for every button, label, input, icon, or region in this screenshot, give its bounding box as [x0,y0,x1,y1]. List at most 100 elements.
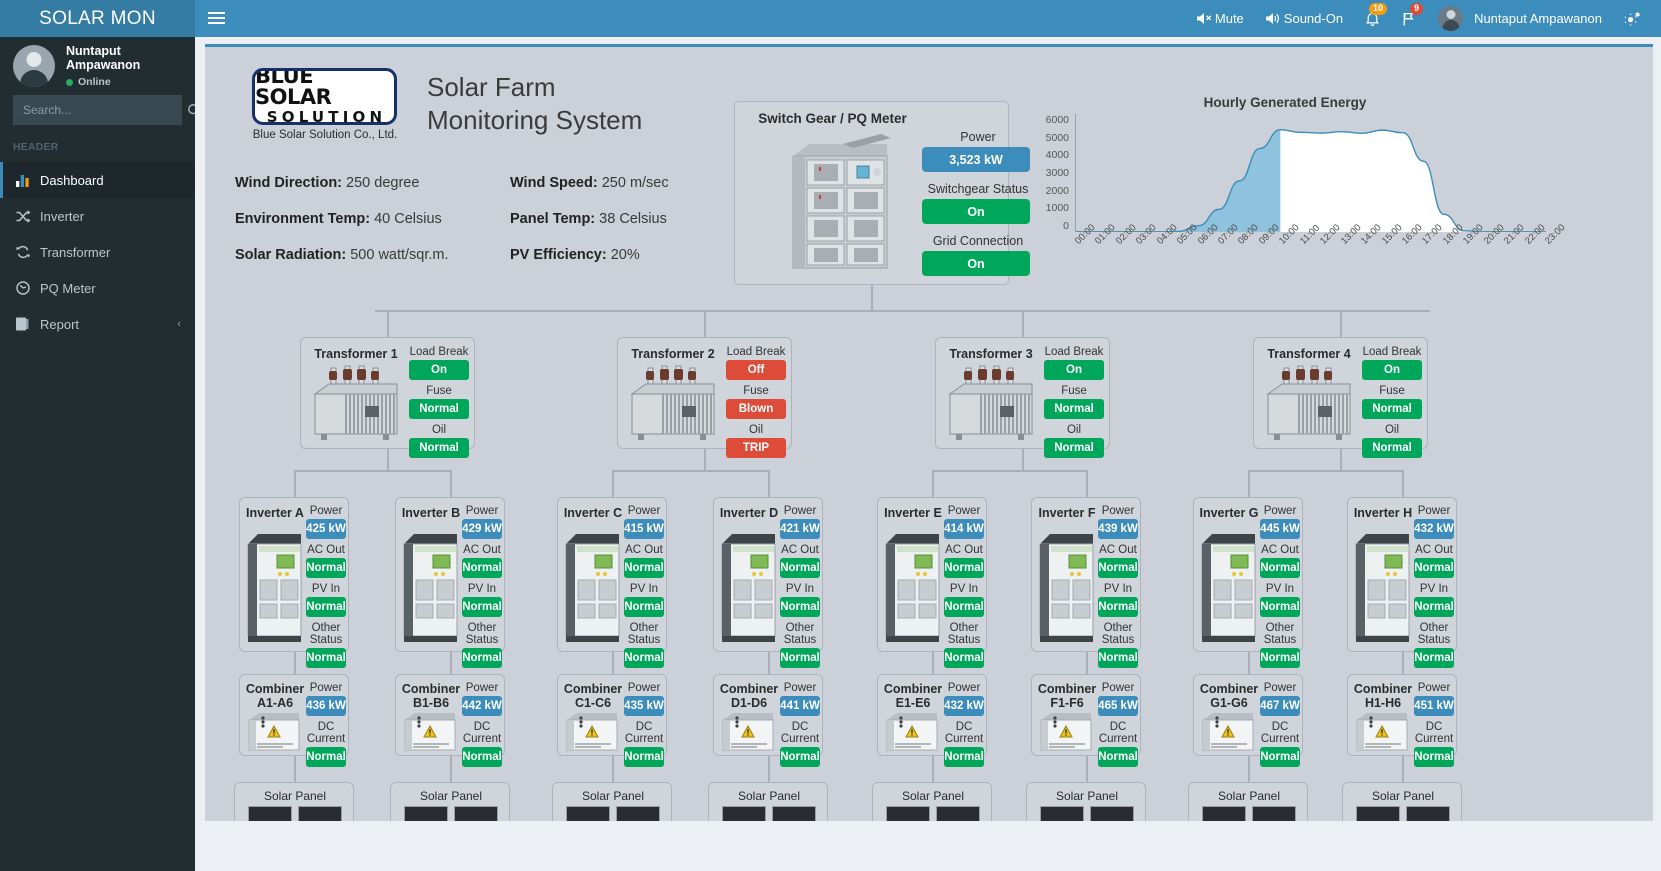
inverter-3-value: Normal [780,648,820,668]
switchgear-readouts: Power 3,523 kW Switchgear Status On Grid… [922,130,1034,286]
inverter-4-value: Normal [944,597,984,617]
combiner-node-7[interactable]: Combiner G1-G6 Power 467 kW DC Current N… [1193,674,1303,767]
combiner-7-value: 451 kW [1414,696,1454,716]
transformer-2-load-break-value: Off [726,360,786,380]
solar-panel-node-7[interactable]: Solar Panel [1188,782,1308,821]
connector-line [1340,449,1342,471]
sidebar-item-inverter[interactable]: Inverter [0,198,195,234]
pv-module-icon [566,806,610,821]
sidebar-item-report[interactable]: Report ‹ [0,306,195,342]
inverter-node-7[interactable]: Inverter G Power 445 kW AC Out Normal PV… [1193,497,1303,668]
combiner-range: A1-A6 [256,696,294,711]
combiner-readouts: Power 451 kW DC Current Normal [1414,682,1454,772]
inverter-node-2[interactable]: Inverter B Power 429 kW AC Out Normal PV… [395,497,505,668]
inverter-5-label: Power [1101,505,1135,517]
combiner-1-label: Power [465,682,499,694]
transformer-3-oil-value: Normal [1044,438,1104,458]
transformer-node-4[interactable]: Transformer 4 Load Break On Fuse Normal … [1253,337,1428,458]
notifications-button[interactable]: 10 [1354,0,1391,37]
pv-module-icon [936,806,980,821]
search-input[interactable] [14,103,187,117]
flags-button[interactable]: 9 [1391,0,1427,37]
inverter-node-1[interactable]: Inverter A Power 425 kW AC Out Normal PV… [239,497,349,668]
mute-button[interactable]: Mute [1186,0,1255,37]
inverter-image [883,522,941,642]
transformer-2-oil-label: Oil [748,424,764,436]
combiner-readouts: Power 442 kW DC Current Normal [462,682,502,772]
solar-panel-node-5[interactable]: Solar Panel [872,782,992,821]
switchgear-image [783,130,893,270]
chevron-left-icon[interactable]: ‹ [177,318,181,330]
sidebar-item-pq-meter[interactable]: PQ Meter [0,270,195,306]
combiner-range: F1-F6 [1050,696,1084,711]
page-title-line-2: Monitoring System [427,104,643,135]
chart-y-tick: 4000 [1045,149,1069,162]
inverter-title: Inverter C [563,506,623,520]
inverter-node-5[interactable]: Inverter E Power 414 kW AC Out Normal PV… [877,497,987,668]
sidebar-user-name: Nuntaput Ampawanon [66,44,141,72]
sidebar-item-transformer[interactable]: Transformer [0,234,195,270]
combiner-node-2[interactable]: Combiner B1-B6 Power 442 kW DC Current N… [395,674,505,767]
combiner-range: C1-C6 [574,696,612,711]
combiner-node-5[interactable]: Combiner E1-E6 Power 432 kW DC Current N… [877,674,987,767]
inverter-2-label: Other Status [627,622,661,646]
transformer-node-1[interactable]: Transformer 1 Load Break On Fuse Normal … [300,337,475,458]
grid-connection-label: Grid Connection [932,234,1024,248]
inverter-readouts: Power 445 kW AC Out Normal PV In Normal … [1260,505,1300,673]
user-menu[interactable]: Nuntaput Ampawanon [1427,0,1613,37]
connector-line [768,470,770,497]
connector-line [768,652,770,674]
connector-line [612,756,614,782]
sidebar-item-dashboard[interactable]: Dashboard [0,162,195,198]
combiner-4-label: Power [947,682,981,694]
inverter-2-value: Normal [624,597,664,617]
inverter-6-value: Normal [1260,597,1300,617]
solar-panel-node-4[interactable]: Solar Panel [708,782,828,821]
transformer-2-oil-value: TRIP [726,438,786,458]
hamburger-icon[interactable] [195,0,237,37]
inverter-node-3[interactable]: Inverter C Power 415 kW AC Out Normal PV… [557,497,667,668]
combiner-node-4[interactable]: Combiner D1-D6 Power 441 kW DC Current N… [713,674,823,767]
app-brand[interactable]: SOLAR MON [0,0,195,37]
chart-y-tick: 6000 [1045,114,1069,126]
pv-module-icon [1406,806,1450,821]
transformer-node-2[interactable]: Transformer 2 Load Break Off Fuse Blown … [617,337,792,458]
settings-button[interactable] [1613,0,1653,37]
inverter-2-label: Power [627,505,661,517]
transformer-node-3[interactable]: Transformer 3 Load Break On Fuse Normal … [935,337,1110,458]
chart-canvas [1075,114,1546,232]
pv-module-icon [1202,806,1246,821]
sidebar-menu-header: HEADER [13,141,59,153]
inverter-node-6[interactable]: Inverter F Power 439 kW AC Out Normal PV… [1031,497,1141,668]
inverter-4-value: Normal [944,558,984,578]
connector-line [387,449,389,471]
solar-panel-node-8[interactable]: Solar Panel [1342,782,1462,821]
solar-panel-label: Solar Panel [1371,789,1435,803]
combiner-node-8[interactable]: Combiner H1-H6 Power 451 kW DC Current N… [1347,674,1457,767]
solar-panel-array [1353,806,1453,821]
combiner-node-3[interactable]: Combiner C1-C6 Power 435 kW DC Current N… [557,674,667,767]
transformer-readouts: Load Break On Fuse Normal Oil Normal [1044,346,1104,463]
combiner-title: Combiner D1-D6 [717,682,781,711]
inverter-image [401,522,459,642]
combiner-node-1[interactable]: Combiner A1-A6 Power 436 kW DC Current N… [239,674,349,767]
pv-module-icon [454,806,498,821]
inverter-node-4[interactable]: Inverter D Power 421 kW AC Out Normal PV… [713,497,823,668]
inverter-0-label: Other Status [309,622,343,646]
transformer-title: Transformer 2 [631,347,715,361]
solar-panel-node-2[interactable]: Solar Panel [390,782,510,821]
solar-panel-node-1[interactable]: Solar Panel [234,782,354,821]
inverter-6-value: 445 kW [1260,519,1300,539]
page-title-line-1: Solar Farm [427,72,556,102]
connector-line [1248,470,1402,472]
combiner-node-6[interactable]: Combiner F1-F6 Power 465 kW DC Current N… [1031,674,1141,767]
solar-panel-node-6[interactable]: Solar Panel [1026,782,1146,821]
sidebar-user-panel[interactable]: Nuntaput Ampawanon Online [0,37,195,95]
inverter-node-8[interactable]: Inverter H Power 432 kW AC Out Normal PV… [1347,497,1457,668]
sound-on-button[interactable]: Sound-On [1255,0,1354,37]
solar-panel-node-3[interactable]: Solar Panel [552,782,672,821]
pv-module-icon [404,806,448,821]
inverter-6-value: Normal [1260,648,1300,668]
inverter-5-label: Other Status [1101,622,1135,646]
sidebar-search[interactable] [13,95,202,125]
